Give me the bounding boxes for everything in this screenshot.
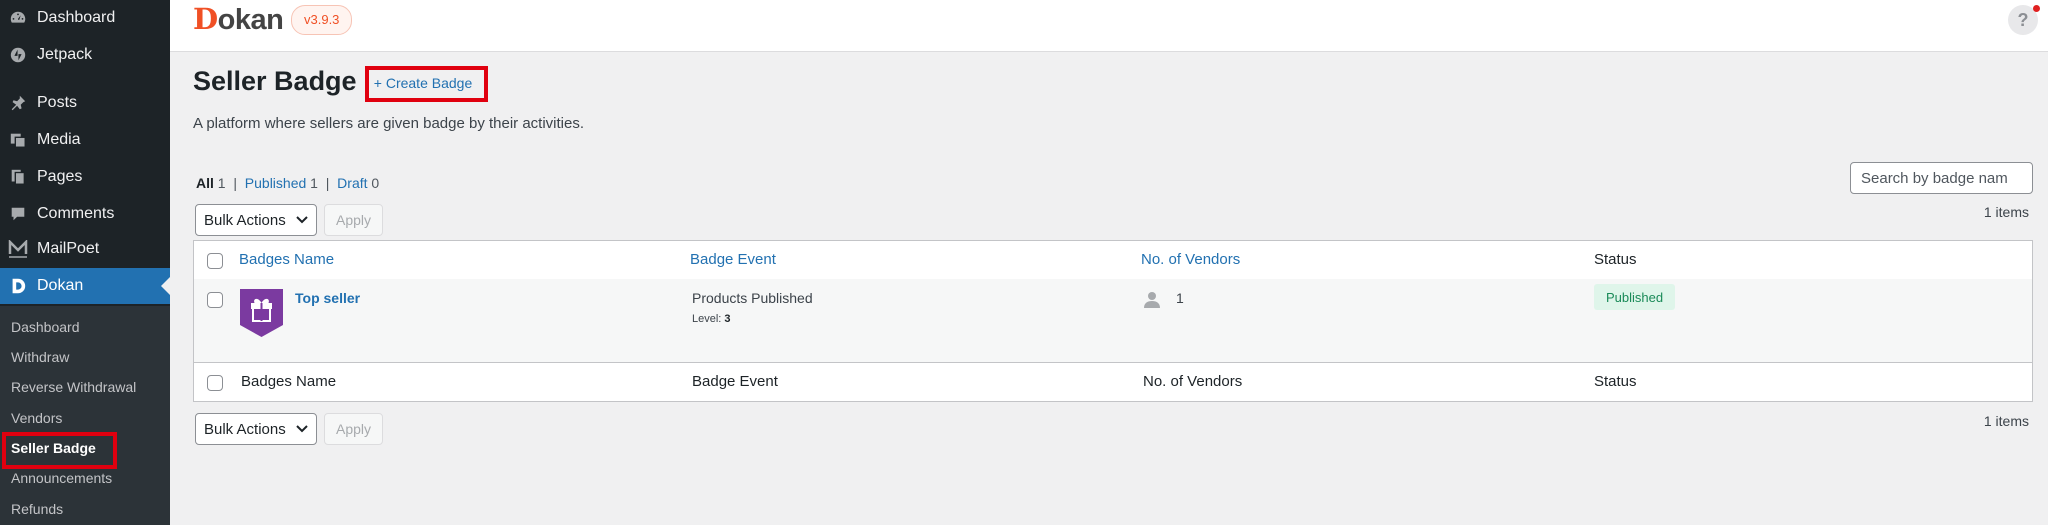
menu-item-comments[interactable]: Comments — [0, 196, 170, 232]
filter-draft[interactable]: Draft — [337, 175, 367, 191]
chevron-down-icon — [296, 425, 308, 433]
dokan-header: Dokan v3.9.3 ? — [170, 0, 2048, 52]
version-badge: v3.9.3 — [291, 5, 353, 35]
menu-item-dokan[interactable]: Dokan — [0, 268, 170, 304]
vendor-count: 1 — [1176, 290, 1184, 306]
column-badges-name[interactable]: Badges Name — [239, 251, 334, 268]
menu-label: Dokan — [37, 277, 84, 294]
badge-event: Products Published — [692, 290, 813, 306]
menu-item-media[interactable]: Media — [0, 122, 170, 158]
footer-column-badge-event: Badge Event — [692, 373, 778, 390]
admin-sidebar: Dashboard Jetpack Posts Media Pages Comm… — [0, 0, 170, 525]
dokan-submenu: Dashboard Withdraw Reverse Withdrawal Ve… — [0, 306, 170, 525]
items-count-top: 1 items — [1983, 204, 2029, 220]
footer-column-status: Status — [1594, 373, 1637, 390]
select-all-checkbox[interactable] — [207, 253, 223, 269]
bulk-actions-select-bottom[interactable]: Bulk Actions — [195, 413, 317, 445]
table-footer: Badges Name Badge Event No. of Vendors S… — [194, 362, 2032, 402]
bulk-actions-select-top[interactable]: Bulk Actions — [195, 204, 317, 236]
badge-gift-icon — [240, 289, 283, 337]
menu-item-posts[interactable]: Posts — [0, 85, 170, 121]
bulk-actions-label: Bulk Actions — [204, 420, 286, 438]
submenu-item-vendors[interactable]: Vendors — [11, 410, 62, 426]
submenu-item-announcements[interactable]: Announcements — [11, 470, 112, 486]
media-icon — [8, 130, 28, 150]
dashboard-icon — [8, 8, 28, 28]
footer-column-no-of-vendors: No. of Vendors — [1143, 373, 1243, 390]
menu-item-dashboard[interactable]: Dashboard — [0, 0, 170, 36]
dokan-icon — [8, 276, 28, 296]
filter-published-count: 1 — [310, 175, 318, 191]
table-row: Top seller Products Published Level: 3 1… — [194, 279, 2032, 362]
apply-button-top[interactable]: Apply — [324, 204, 383, 236]
user-icon — [1144, 292, 1160, 308]
filter-all-count: 1 — [217, 175, 226, 191]
column-status: Status — [1594, 251, 1637, 268]
menu-label: Pages — [37, 168, 83, 185]
pages-icon — [8, 167, 28, 187]
badge-search-input[interactable]: Search by badge nam — [1850, 162, 2033, 194]
pin-icon — [8, 93, 28, 113]
chevron-down-icon — [296, 216, 308, 224]
submenu-item-refunds[interactable]: Refunds — [11, 501, 63, 517]
badges-table: Badges Name Badge Event No. of Vendors S… — [193, 240, 2033, 402]
question-icon: ? — [2017, 9, 2029, 30]
filter-separator: | — [233, 175, 237, 191]
table-header: Badges Name Badge Event No. of Vendors S… — [194, 241, 2032, 280]
badge-name-link[interactable]: Top seller — [295, 290, 360, 306]
column-no-of-vendors[interactable]: No. of Vendors — [1141, 251, 1240, 268]
footer-column-badges-name: Badges Name — [241, 373, 337, 390]
menu-label: Media — [37, 131, 81, 148]
page-title: Seller Badge — [193, 66, 357, 96]
jetpack-icon — [8, 45, 28, 65]
active-menu-arrow — [161, 277, 170, 295]
menu-label: Comments — [37, 205, 115, 222]
filter-published[interactable]: Published — [245, 175, 307, 191]
menu-item-mailpoet[interactable]: MailPoet — [0, 231, 170, 267]
menu-item-jetpack[interactable]: Jetpack — [0, 37, 170, 73]
seller-badge-highlight — [2, 432, 117, 469]
filter-separator: | — [325, 175, 330, 191]
menu-label: MailPoet — [37, 240, 100, 257]
bulk-actions-label: Bulk Actions — [204, 211, 286, 229]
notification-dot — [2033, 5, 2040, 12]
menu-label: Posts — [37, 94, 78, 111]
page-description: A platform where sellers are given badge… — [193, 115, 585, 132]
badge-level: Level: 3 — [692, 313, 731, 325]
filter-all[interactable]: All — [196, 175, 214, 191]
dokan-logo: Dokan — [193, 2, 284, 36]
apply-button-bottom[interactable]: Apply — [324, 413, 383, 445]
menu-item-pages[interactable]: Pages — [0, 159, 170, 195]
submenu-item-reverse-withdrawal[interactable]: Reverse Withdrawal — [11, 379, 136, 395]
menu-label: Dashboard — [37, 9, 116, 26]
row-checkbox[interactable] — [207, 292, 223, 308]
submenu-item-withdraw[interactable]: Withdraw — [11, 349, 69, 365]
create-badge-highlight — [365, 66, 488, 102]
comment-icon — [8, 204, 28, 224]
mailpoet-icon — [8, 239, 28, 259]
menu-label: Jetpack — [37, 46, 93, 63]
column-badge-event[interactable]: Badge Event — [690, 251, 776, 268]
items-count-bottom: 1 items — [1983, 413, 2029, 429]
filter-draft-count: 0 — [371, 175, 380, 191]
select-all-checkbox-footer[interactable] — [207, 375, 223, 391]
status-filters: All 1 | Published 1 | Draft 0 — [196, 175, 379, 191]
status-badge: Published — [1594, 284, 1676, 310]
submenu-item-dashboard[interactable]: Dashboard — [11, 319, 80, 335]
